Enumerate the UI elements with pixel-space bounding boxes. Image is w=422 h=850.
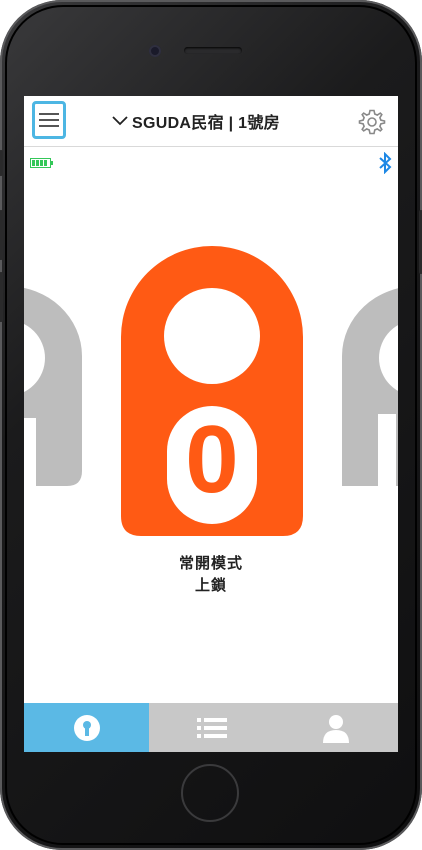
battery-icon bbox=[30, 158, 53, 168]
volume-up-button bbox=[0, 210, 3, 260]
mute-switch bbox=[0, 150, 3, 176]
gear-icon[interactable] bbox=[358, 108, 386, 136]
tab-list[interactable] bbox=[149, 703, 274, 752]
page-title: SGUDA民宿 | 1號房 bbox=[132, 115, 280, 132]
lock-mode-text: 常開模式 bbox=[178, 555, 243, 572]
lock-state-text: 上鎖 bbox=[194, 577, 227, 594]
earpiece-speaker bbox=[184, 47, 242, 54]
front-camera bbox=[149, 45, 161, 57]
home-button[interactable] bbox=[181, 764, 239, 822]
bluetooth-icon bbox=[379, 152, 392, 174]
user-icon bbox=[323, 714, 349, 743]
list-icon bbox=[196, 717, 227, 738]
bottom-tab-bar bbox=[24, 703, 398, 752]
tab-user[interactable] bbox=[274, 703, 398, 752]
room-selector[interactable]: SGUDA民宿 | 1號房 bbox=[112, 110, 312, 132]
tab-key[interactable] bbox=[24, 703, 149, 752]
phone-frame: SGUDA民宿 | 1號房 0 常開模式 上鎖 bbox=[0, 0, 422, 850]
lock-tag-previous[interactable] bbox=[24, 286, 82, 486]
lock-tag-current[interactable]: 0 bbox=[121, 246, 303, 536]
app-screen: SGUDA民宿 | 1號房 0 常開模式 上鎖 bbox=[24, 96, 398, 752]
lock-tag-next[interactable] bbox=[342, 286, 398, 486]
chevron-down-icon bbox=[112, 116, 128, 126]
key-icon bbox=[73, 714, 100, 741]
lock-tag-letter: 0 bbox=[185, 406, 238, 513]
volume-down-button bbox=[0, 272, 3, 322]
menu-button[interactable] bbox=[32, 101, 66, 139]
app-header: SGUDA民宿 | 1號房 bbox=[24, 96, 398, 147]
